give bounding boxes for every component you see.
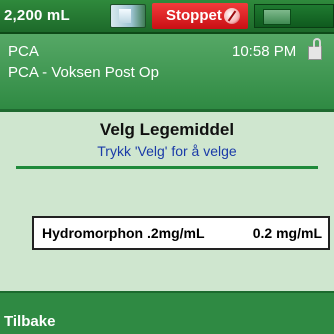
- drug-list: Hydromorphon .2mg/mL 0.2 mg/mL: [0, 172, 334, 290]
- page-instruction: Trykk 'Velg' for å velge: [97, 143, 237, 159]
- header: PCA 10:58 PM PCA - Voksen Post Op: [0, 34, 334, 112]
- page-title: Velg Legemiddel: [99, 120, 235, 139]
- header-subtitle: PCA - Voksen Post Op: [8, 64, 159, 81]
- status-badge: Stoppet: [152, 3, 248, 29]
- stopped-icon: [224, 8, 240, 24]
- divider: [16, 166, 318, 169]
- drug-list-item[interactable]: Hydromorphon .2mg/mL 0.2 mg/mL: [32, 216, 330, 250]
- page-heading: Velg Legemiddel Trykk 'Velg' for å velge: [0, 112, 334, 170]
- header-title: PCA: [8, 43, 39, 60]
- status-bar: 2,200 mL Stoppet: [0, 0, 334, 34]
- back-button[interactable]: Tilbake: [0, 310, 55, 334]
- status-label: Stoppet: [166, 7, 222, 24]
- lock-icon: [308, 38, 322, 60]
- battery-icon: [110, 4, 146, 28]
- pump-icon: [254, 4, 334, 28]
- clock: 10:58 PM: [232, 43, 297, 60]
- footer: Tilbake: [0, 291, 334, 334]
- volume-display: 2,200 mL: [4, 7, 70, 24]
- drug-name: Hydromorphon .2mg/mL: [42, 225, 205, 241]
- drug-concentration: 0.2 mg/mL: [252, 225, 322, 241]
